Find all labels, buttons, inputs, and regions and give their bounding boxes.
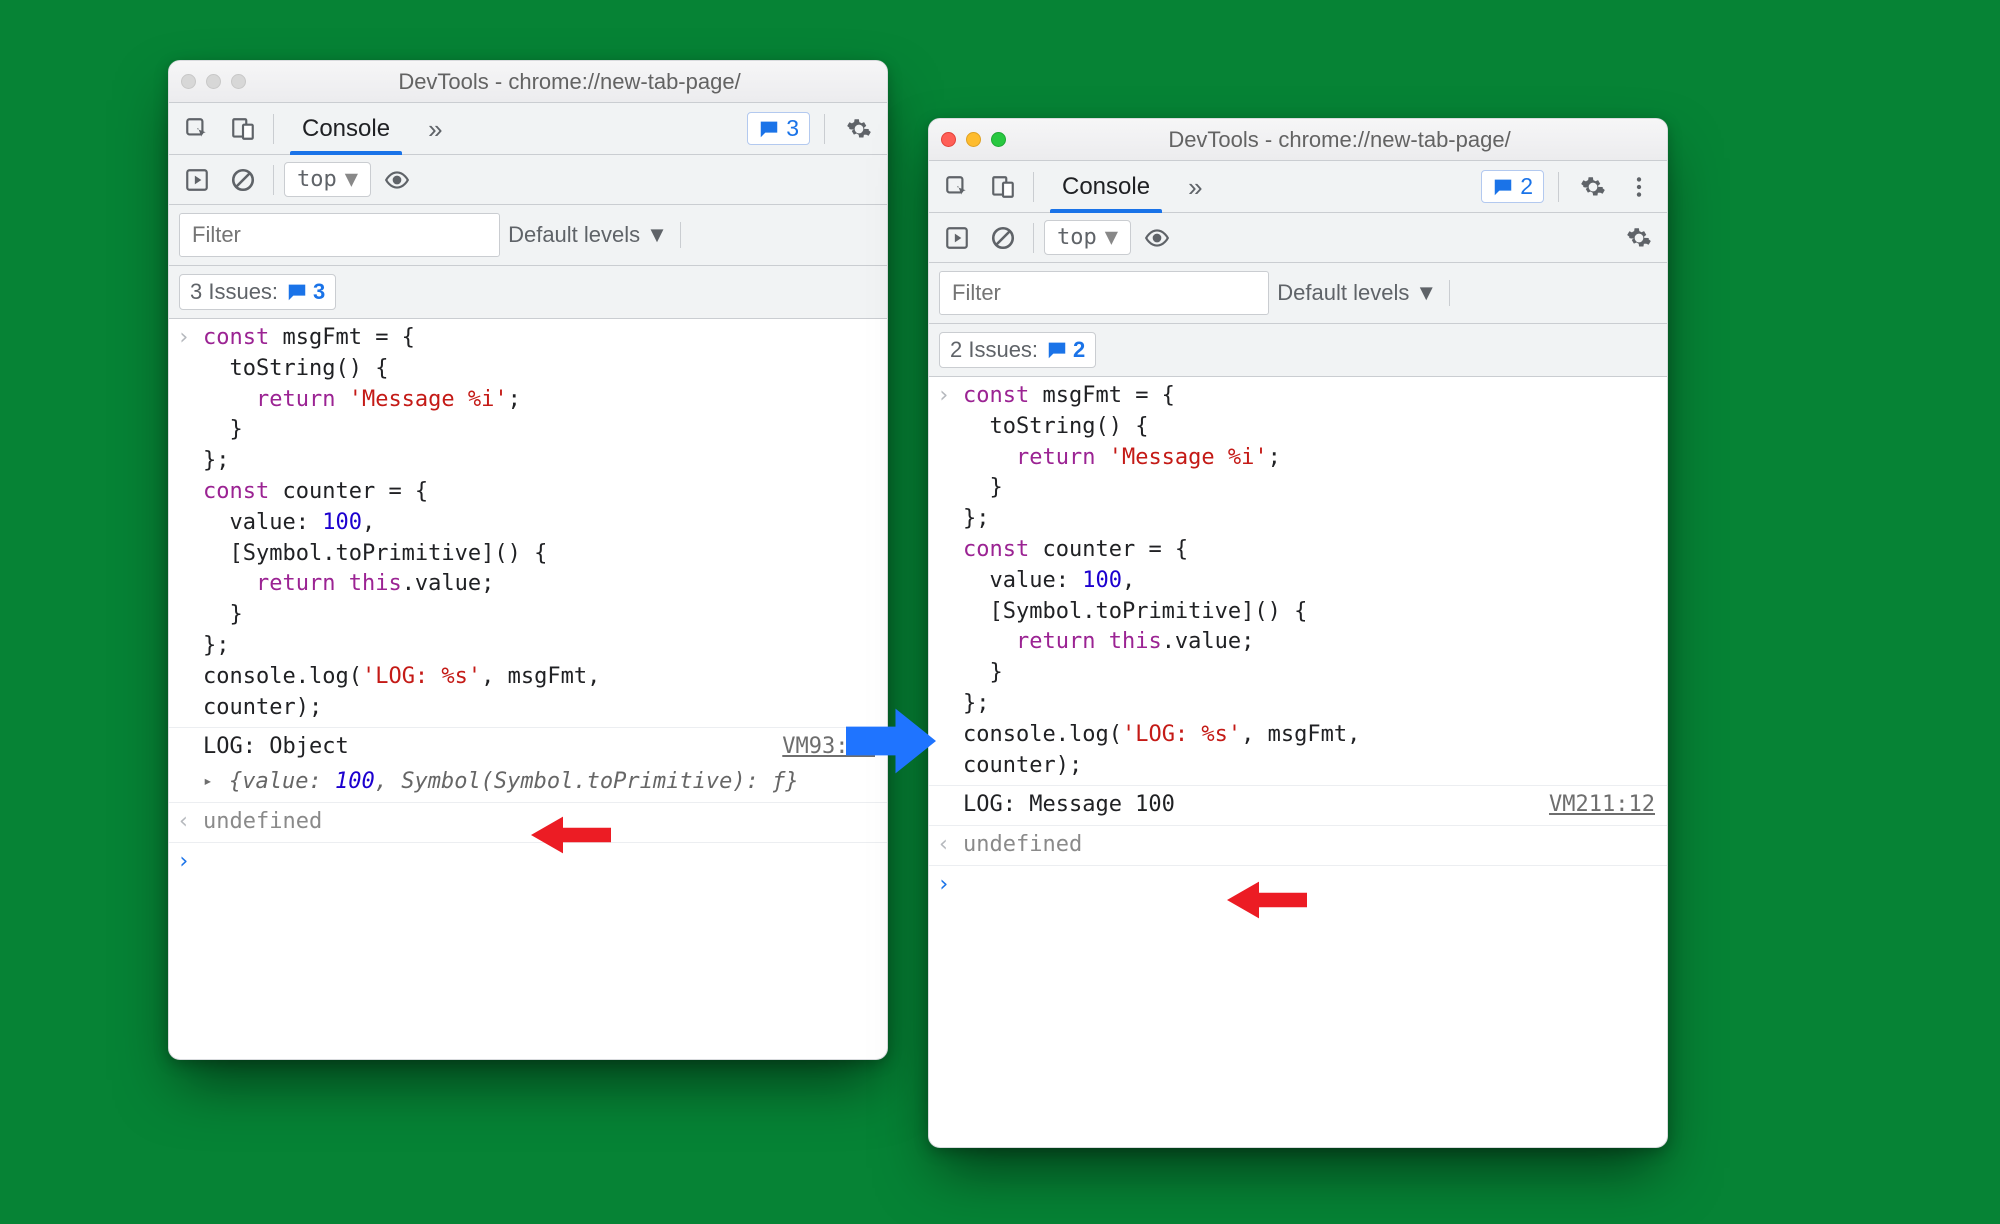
tab-console-label: Console (1062, 173, 1150, 201)
object-preview: {value: 100, Symbol(Symbol.toPrimitive):… (229, 767, 875, 798)
issues-chip-label: 2 Issues: (950, 337, 1038, 363)
zoom-dot[interactable] (991, 132, 1006, 147)
issues-pill[interactable]: 3 (747, 112, 810, 145)
prompt-input[interactable] (963, 870, 1655, 901)
issues-chip-count: 2 (1073, 337, 1085, 363)
console-return-row: undefined (169, 802, 887, 842)
titlebar: DevTools - chrome://new-tab-page/ (169, 61, 887, 103)
console-log-row[interactable]: LOG: Object VM93:12 (169, 727, 887, 767)
log-levels-label: Default levels (1277, 280, 1409, 306)
dropdown-caret-icon: ▼ (345, 167, 358, 192)
console-log-row[interactable]: LOG: Message 100 VM211:12 (929, 785, 1667, 825)
console-context-toolbar: top ▼ (929, 213, 1667, 263)
annotation-arrow-right-icon (1227, 880, 1307, 924)
devtools-main-toolbar: Console » 3 (169, 103, 887, 155)
clear-console-icon[interactable] (223, 161, 263, 199)
source-link[interactable]: VM211:12 (1549, 790, 1655, 821)
live-expression-eye-icon[interactable] (377, 161, 417, 199)
settings-gear-icon[interactable] (1573, 168, 1613, 206)
return-value: undefined (963, 830, 1655, 861)
issues-pill-count: 3 (786, 115, 799, 142)
code-block: const msgFmt = { toString() { return 'Me… (203, 323, 875, 723)
log-output: LOG: Object (203, 732, 782, 763)
issues-pill[interactable]: 2 (1481, 170, 1544, 203)
console-output: const msgFmt = { toString() { return 'Me… (169, 319, 887, 1059)
issues-chip-count: 3 (313, 279, 325, 305)
window-controls[interactable] (941, 132, 1006, 147)
filter-input[interactable] (939, 271, 1269, 315)
log-output: LOG: Message 100 (963, 790, 1549, 821)
device-toggle-icon[interactable] (983, 168, 1023, 206)
blank-gutter (177, 732, 203, 763)
expand-triangle-icon[interactable] (203, 767, 229, 798)
issues-chip[interactable]: 3 Issues: 3 (179, 274, 336, 310)
live-expression-eye-icon[interactable] (1137, 219, 1177, 257)
filter-input[interactable] (179, 213, 500, 257)
issues-pill-count: 2 (1520, 173, 1533, 200)
tab-console[interactable]: Console (284, 103, 408, 155)
settings-gear-icon[interactable] (839, 110, 879, 148)
dropdown-caret-icon: ▼ (646, 222, 668, 248)
annotation-arrow-left-icon (531, 815, 611, 859)
input-caret-icon (177, 323, 203, 723)
more-menu-icon[interactable] (1619, 168, 1659, 206)
inspect-element-icon[interactable] (937, 168, 977, 206)
play-icon[interactable] (177, 161, 217, 199)
play-icon[interactable] (937, 219, 977, 257)
console-prompt-row[interactable]: › (169, 842, 887, 882)
sidebar-gear-icon[interactable] (1619, 219, 1659, 257)
minimize-dot[interactable] (966, 132, 981, 147)
inspect-element-icon[interactable] (177, 110, 217, 148)
issues-chip[interactable]: 2 Issues: 2 (939, 332, 1096, 368)
console-input-row[interactable]: const msgFmt = { toString() { return 'Me… (169, 319, 887, 727)
close-dot[interactable] (181, 74, 196, 89)
prompt-caret-icon: › (937, 870, 963, 901)
output-caret-icon (937, 830, 963, 861)
titlebar: DevTools - chrome://new-tab-page/ (929, 119, 1667, 161)
log-levels-select[interactable]: Default levels ▼ (1277, 280, 1437, 306)
tabs-overflow-icon[interactable]: » (414, 116, 456, 142)
execution-context-select[interactable]: top ▼ (284, 162, 371, 197)
tabs-overflow-icon[interactable]: » (1174, 174, 1216, 200)
dropdown-caret-icon: ▼ (1105, 225, 1118, 250)
issues-bar: 2 Issues: 2 (929, 324, 1667, 377)
console-context-toolbar: top ▼ (169, 155, 887, 205)
console-object-row[interactable]: {value: 100, Symbol(Symbol.toPrimitive):… (169, 767, 887, 802)
window-title: DevTools - chrome://new-tab-page/ (1024, 127, 1655, 153)
clear-console-icon[interactable] (983, 219, 1023, 257)
code-block: const msgFmt = { toString() { return 'Me… (963, 381, 1655, 781)
execution-context-label: top (1057, 225, 1097, 250)
console-return-row: undefined (929, 825, 1667, 865)
prompt-caret-icon: › (177, 847, 203, 878)
window-title: DevTools - chrome://new-tab-page/ (264, 69, 875, 95)
execution-context-select[interactable]: top ▼ (1044, 220, 1131, 255)
execution-context-label: top (297, 167, 337, 192)
transition-arrow-icon (846, 705, 936, 780)
input-caret-icon (937, 381, 963, 781)
zoom-dot[interactable] (231, 74, 246, 89)
blank-gutter (937, 790, 963, 821)
issues-chip-label: 3 Issues: (190, 279, 278, 305)
console-input-row[interactable]: const msgFmt = { toString() { return 'Me… (929, 377, 1667, 785)
window-controls[interactable] (181, 74, 246, 89)
console-filter-bar: Default levels ▼ (929, 263, 1667, 324)
issues-bar: 3 Issues: 3 (169, 266, 887, 319)
device-toggle-icon[interactable] (223, 110, 263, 148)
devtools-main-toolbar: Console » 2 (929, 161, 1667, 213)
devtools-window-right: DevTools - chrome://new-tab-page/ Consol… (928, 118, 1668, 1148)
minimize-dot[interactable] (206, 74, 221, 89)
log-levels-label: Default levels (508, 222, 640, 248)
console-filter-bar: Default levels ▼ (169, 205, 887, 266)
close-dot[interactable] (941, 132, 956, 147)
output-caret-icon (177, 807, 203, 838)
devtools-window-left: DevTools - chrome://new-tab-page/ Consol… (168, 60, 888, 1060)
dropdown-caret-icon: ▼ (1415, 280, 1437, 306)
log-levels-select[interactable]: Default levels ▼ (508, 222, 668, 248)
blank-gutter (177, 767, 203, 798)
tab-console[interactable]: Console (1044, 161, 1168, 213)
tab-console-label: Console (302, 115, 390, 143)
console-output: const msgFmt = { toString() { return 'Me… (929, 377, 1667, 1147)
